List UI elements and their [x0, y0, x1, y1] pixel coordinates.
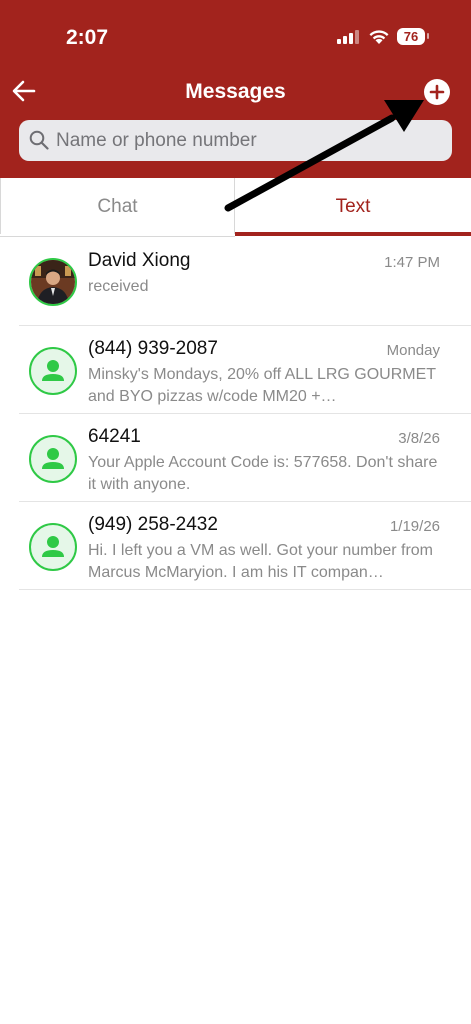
message-date: 3/8/26: [398, 430, 440, 447]
contact-name: (949) 258-2432: [88, 514, 218, 535]
status-time: 2:07: [66, 26, 109, 49]
message-preview: Your Apple Account Code is: 577658. Don'…: [88, 454, 438, 493]
status-bar: 2:07 76: [0, 26, 471, 52]
avatar-photo: [29, 258, 77, 306]
plus-icon: [429, 84, 445, 100]
contact-name: (844) 939-2087: [88, 338, 218, 359]
battery-indicator: 76: [397, 28, 425, 45]
tab-chat[interactable]: Chat: [0, 178, 235, 234]
person-icon: [42, 360, 64, 381]
person-icon: [42, 536, 64, 557]
avatar-placeholder: [29, 347, 77, 395]
profile-photo-icon: [31, 260, 75, 304]
search-bar[interactable]: Name or phone number: [19, 120, 452, 161]
tab-text[interactable]: Text: [235, 178, 471, 234]
message-date: 1/19/26: [389, 518, 440, 535]
message-date: 1:47 PM: [384, 254, 440, 271]
active-tab-indicator: [235, 232, 471, 236]
app-header: 2:07 76 Messages Name or phone number: [0, 0, 471, 178]
search-icon: [29, 130, 49, 150]
message-preview: Minsky's Mondays, 20% off ALL LRG GOURME…: [88, 366, 436, 405]
conversation-row[interactable]: (844) 939-2087 Monday Minsky's Mondays, …: [0, 326, 471, 414]
row-divider: [19, 589, 471, 590]
new-message-button[interactable]: [424, 79, 450, 105]
conversation-row[interactable]: (949) 258-2432 1/19/26 Hi. I left you a …: [0, 502, 471, 590]
avatar-placeholder: [29, 435, 77, 483]
page-title: Messages: [185, 80, 286, 103]
person-icon: [42, 448, 64, 469]
avatar-placeholder: [29, 523, 77, 571]
conversation-row[interactable]: David Xiong 1:47 PM received: [0, 238, 471, 326]
message-preview: Hi. I left you a VM as well. Got your nu…: [88, 542, 434, 581]
contact-name: 64241: [88, 426, 141, 447]
tab-bar: Chat Text: [0, 178, 471, 236]
tab-divider: [0, 236, 235, 237]
message-preview: received: [88, 278, 149, 295]
message-date: Monday: [386, 342, 440, 359]
search-input[interactable]: Name or phone number: [56, 130, 257, 152]
contact-name: David Xiong: [88, 250, 191, 271]
conversation-row[interactable]: 64241 3/8/26 Your Apple Account Code is:…: [0, 414, 471, 502]
conversation-list: David Xiong 1:47 PM received (844) 939-2…: [0, 238, 471, 590]
battery-nub: [427, 33, 429, 39]
cellular-signal-icon: [337, 30, 359, 44]
wifi-icon: [369, 30, 389, 44]
